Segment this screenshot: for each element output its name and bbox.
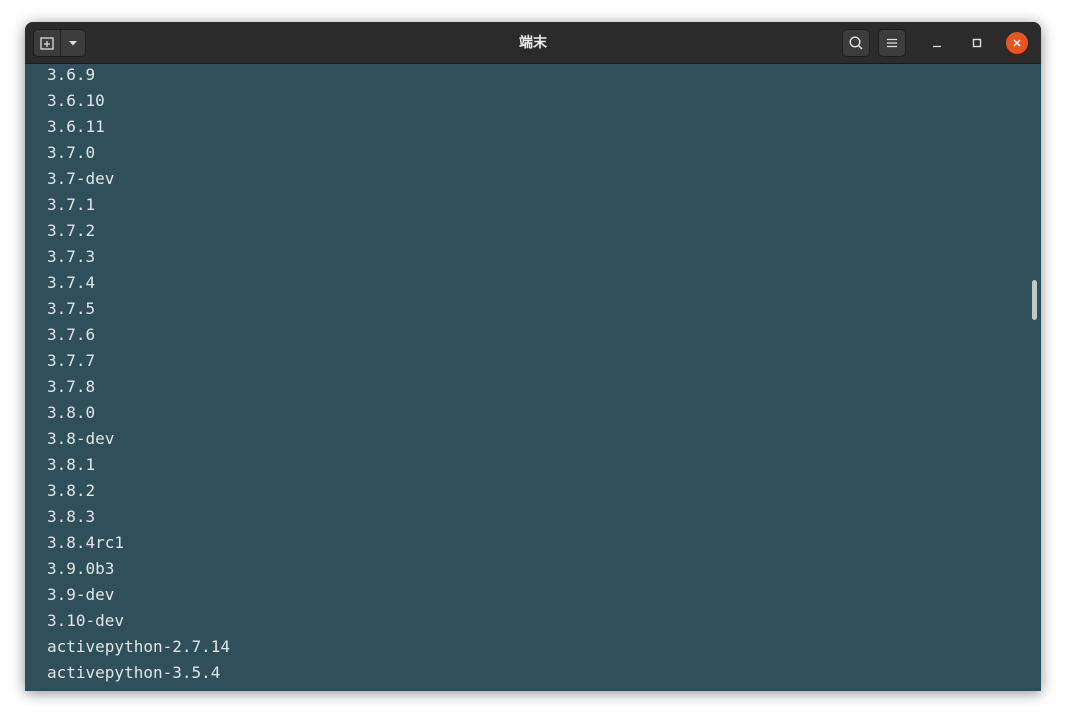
new-tab-button[interactable] xyxy=(34,30,61,56)
output-line: 3.8.2 xyxy=(47,481,96,500)
output-line: 3.7.3 xyxy=(47,247,96,266)
tab-menu-button[interactable] xyxy=(61,30,85,56)
output-line: 3.7-dev xyxy=(47,169,115,188)
output-line: 3.7.5 xyxy=(47,299,96,318)
minimize-icon xyxy=(933,45,941,48)
output-line: 3.8-dev xyxy=(47,429,115,448)
search-button[interactable] xyxy=(842,29,870,57)
output-lines: 3.6.9 3.6.10 3.6.11 3.7.0 3.7-dev 3.7.1 … xyxy=(47,64,230,686)
scrollbar-thumb[interactable] xyxy=(1032,280,1037,320)
hamburger-menu-icon xyxy=(887,38,897,48)
output-line: 3.8.1 xyxy=(47,455,96,474)
output-line: 3.6.11 xyxy=(47,117,105,136)
output-line: 3.7.2 xyxy=(47,221,96,240)
maximize-icon xyxy=(972,38,982,48)
output-line: 3.9.0b3 xyxy=(47,559,115,578)
output-line: 3.6.10 xyxy=(47,91,105,110)
output-line: 3.10-dev xyxy=(47,611,125,630)
output-line: 3.7.4 xyxy=(47,273,96,292)
output-line: 3.6.9 xyxy=(47,65,96,84)
close-button[interactable] xyxy=(1006,32,1028,54)
output-line: 3.7.1 xyxy=(47,195,96,214)
output-line: 3.8.0 xyxy=(47,403,96,422)
maximize-button[interactable] xyxy=(966,32,988,54)
terminal-output[interactable]: 3.6.9 3.6.10 3.6.11 3.7.0 3.7-dev 3.7.1 … xyxy=(25,64,1041,691)
output-line: activepython-3.5.4 xyxy=(47,663,221,682)
output-line: activepython-2.7.14 xyxy=(47,637,231,656)
output-line: 3.9-dev xyxy=(47,585,115,604)
new-tab-group xyxy=(33,29,86,57)
title-bar: 端末 xyxy=(25,22,1041,64)
output-line: 3.7.7 xyxy=(47,351,96,370)
new-tab-icon xyxy=(40,37,54,50)
terminal-window: 端末 3.6.9 3.6.10 3.6.11 3.7.0 3.7-dev 3.7… xyxy=(25,22,1041,691)
output-line: 3.8.3 xyxy=(47,507,96,526)
close-icon xyxy=(1013,39,1021,47)
output-line: 3.7.0 xyxy=(47,143,96,162)
output-line: 3.7.8 xyxy=(47,377,96,396)
search-icon xyxy=(849,36,863,50)
chevron-down-icon xyxy=(68,41,77,46)
minimize-button[interactable] xyxy=(926,32,948,54)
menu-button[interactable] xyxy=(878,29,906,57)
output-line: 3.7.6 xyxy=(47,325,96,344)
output-line: 3.8.4rc1 xyxy=(47,533,125,552)
